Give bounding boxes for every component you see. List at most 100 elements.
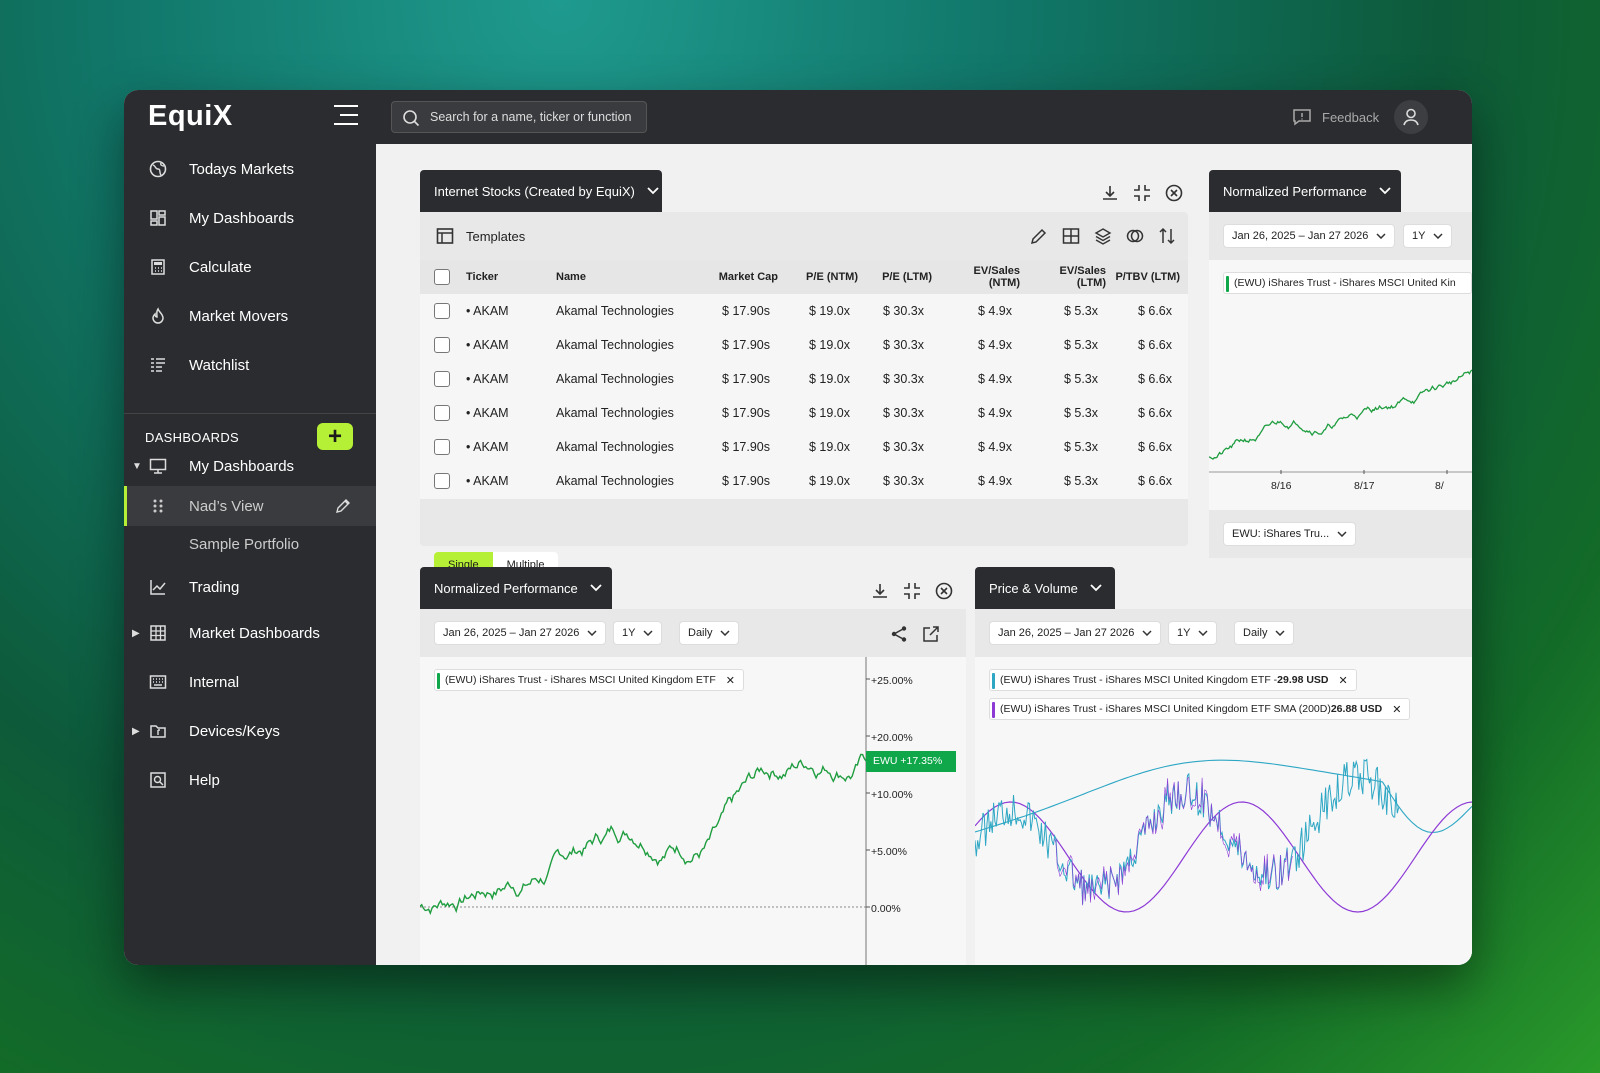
drag-handle-icon[interactable] [148, 496, 168, 516]
dash-trading[interactable]: Trading [124, 567, 376, 607]
external-link-icon[interactable] [922, 625, 940, 643]
column-header[interactable]: Ticker [466, 260, 556, 294]
pencil-icon[interactable] [333, 496, 353, 516]
remove-series-icon[interactable]: ✕ [1392, 703, 1401, 716]
table-cell: $ 17.90s [696, 396, 786, 431]
screener-title-tab[interactable]: Internet Stocks (Created by EquiX) [420, 170, 662, 212]
column-header[interactable]: P/E (NTM) [786, 260, 866, 294]
calculator-icon [148, 257, 168, 277]
menu-icon[interactable] [330, 104, 360, 126]
dash-devices-keys[interactable]: ▶ Devices/Keys [124, 711, 376, 751]
dash-market-dashboards[interactable]: ▶ Market Dashboards [124, 613, 376, 653]
last-value-badge: EWU +17.35% [866, 751, 956, 772]
close-icon[interactable] [935, 582, 953, 600]
caret-down-icon[interactable]: ▼ [132, 461, 142, 472]
date-range-select[interactable]: Jan 26, 2025 – Jan 27 2026 [1223, 224, 1396, 248]
caret-right-icon[interactable]: ▶ [132, 628, 140, 639]
share-icon[interactable] [890, 625, 908, 643]
search-input[interactable]: Search for a name, ticker or function [391, 101, 647, 133]
screener-table: Ticker Name Market Cap P/E (NTM) P/E (LT… [420, 260, 1188, 499]
legend-label: (EWU) iShares Trust - iShares MSCI Unite… [445, 674, 716, 686]
chevron-down-icon [643, 630, 653, 636]
avatar[interactable] [1394, 100, 1428, 134]
period-select[interactable]: 1Y [613, 621, 663, 645]
table-cell: $ 4.9x [940, 430, 1028, 465]
table-cell: $ 4.9x [940, 328, 1028, 363]
table-row[interactable]: • AKAM Akamal Technologies $ 17.90s $ 19.0x… [420, 328, 1188, 363]
table-cell: $ 17.90s [696, 328, 786, 363]
column-header[interactable]: Market Cap [696, 260, 786, 294]
row-checkbox[interactable] [434, 371, 450, 387]
period-select[interactable]: 1Y [1168, 621, 1218, 645]
row-checkbox[interactable] [434, 439, 450, 455]
table-icon[interactable] [436, 227, 454, 245]
column-header[interactable]: Name [556, 260, 696, 294]
date-range-select[interactable]: Jan 26, 2025 – Jan 27 2026 [434, 621, 607, 645]
screener-window-tools [1101, 184, 1183, 202]
flame-icon [148, 306, 168, 326]
dash-help[interactable]: Help [124, 760, 376, 800]
row-checkbox[interactable] [434, 473, 450, 489]
chevron-down-icon [587, 630, 597, 636]
sidebar: EquiX Todays Markets My Dashboards Calcu… [124, 90, 376, 965]
table-row[interactable]: • AKAM Akamal Technologies $ 17.90s $ 19.0x… [420, 430, 1188, 465]
interval-select[interactable]: Daily [679, 621, 740, 645]
pencil-icon[interactable] [1030, 227, 1048, 245]
row-checkbox[interactable] [434, 405, 450, 421]
period-select[interactable]: 1Y [1403, 224, 1453, 248]
table-cell: $ 19.0x [786, 362, 866, 397]
download-icon[interactable] [1101, 184, 1119, 202]
norm-right-chart[interactable] [1209, 260, 1472, 510]
table-cell: $ 30.3x [866, 362, 940, 397]
column-header[interactable]: EV/Sales (LTM) [1028, 260, 1114, 294]
series-select[interactable]: EWU: iShares Tru... [1223, 522, 1357, 546]
table-cell: • AKAM [466, 362, 556, 397]
table-row[interactable]: • AKAM Akamal Technologies $ 17.90s $ 19.0x… [420, 294, 1188, 329]
nav-my-dashboards[interactable]: My Dashboards [124, 198, 376, 238]
grid-icon[interactable] [1062, 227, 1080, 245]
feedback-button[interactable]: Feedback [1292, 108, 1379, 126]
nav-watchlist[interactable]: Watchlist [124, 345, 376, 385]
date-range-label: Jan 26, 2025 – Jan 27 2026 [443, 627, 580, 639]
nav-market-movers[interactable]: Market Movers [124, 296, 376, 336]
row-checkbox[interactable] [434, 302, 450, 319]
norm-right-title-tab[interactable]: Normalized Performance [1209, 170, 1401, 212]
collapse-icon[interactable] [1133, 184, 1151, 202]
norm-main-title: Normalized Performance [434, 580, 578, 596]
layers-icon[interactable] [1094, 227, 1112, 245]
close-icon[interactable] [1165, 184, 1183, 202]
remove-series-icon[interactable]: ✕ [1339, 674, 1348, 687]
remove-series-icon[interactable]: ✕ [726, 674, 735, 687]
table-row[interactable]: • AKAM Akamal Technologies $ 17.90s $ 19.0x… [420, 396, 1188, 431]
norm-main-title-tab[interactable]: Normalized Performance [420, 567, 612, 609]
templates-label[interactable]: Templates [466, 229, 525, 244]
dash-nads-view[interactable]: Nad’s View [124, 486, 376, 526]
caret-right-icon[interactable]: ▶ [132, 726, 140, 737]
price-volume-title-tab[interactable]: Price & Volume [975, 567, 1115, 609]
coins-icon[interactable] [1126, 227, 1144, 245]
table-row[interactable]: • AKAM Akamal Technologies $ 17.90s $ 19.0x… [420, 464, 1188, 499]
chevron-down-icon [647, 187, 659, 195]
nav-todays-markets[interactable]: Todays Markets [124, 149, 376, 189]
y-tick-label: +5.00% [871, 846, 907, 858]
dash-internal[interactable]: Internal [124, 662, 376, 702]
column-header[interactable]: P/TBV (LTM) [1114, 260, 1188, 294]
column-header[interactable]: EV/Sales (NTM) [940, 260, 1028, 294]
dash-my-dashboards[interactable]: ▼ My Dashboards [124, 446, 376, 486]
interval-select[interactable]: Daily [1234, 621, 1295, 645]
user-icon [1403, 108, 1419, 126]
sort-icon[interactable] [1158, 227, 1176, 245]
date-range-select[interactable]: Jan 26, 2025 – Jan 27 2026 [989, 621, 1162, 645]
column-header[interactable]: P/E (LTM) [866, 260, 940, 294]
legend-label: (EWU) iShares Trust - iShares MSCI Unite… [1000, 703, 1331, 715]
row-checkbox[interactable] [434, 337, 450, 353]
collapse-icon[interactable] [903, 582, 921, 600]
select-all-checkbox[interactable] [434, 269, 450, 285]
dash-sample-portfolio[interactable]: Sample Portfolio [124, 524, 376, 564]
table-cell: $ 30.3x [866, 294, 940, 329]
nav-calculate[interactable]: Calculate [124, 247, 376, 287]
table-grid-icon [148, 623, 168, 643]
download-icon[interactable] [871, 582, 889, 600]
norm-main-chart[interactable] [420, 657, 966, 965]
table-row[interactable]: • AKAM Akamal Technologies $ 17.90s $ 19.0x… [420, 362, 1188, 397]
